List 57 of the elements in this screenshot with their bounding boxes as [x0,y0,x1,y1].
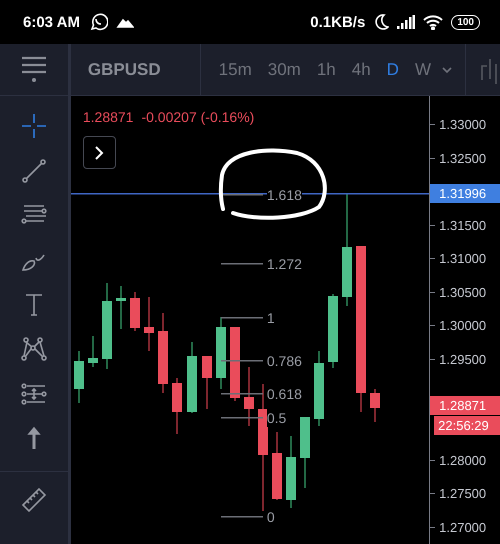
last-price-tag: 1.28871 [430,396,500,415]
price-axis-label: 1.29500 [430,352,486,367]
price-axis-label: 1.27500 [430,486,486,502]
price-change: -0.00207 (-0.16%) [141,109,254,125]
candlestick [172,378,182,434]
price-axis-label: 1.31500 [430,218,486,233]
price-axis-label: 1.28000 [430,452,486,468]
network-speed: 0.1KB/s [310,14,366,30]
price-axis-label: 1.30500 [430,284,486,300]
candlestick [370,389,380,422]
candlestick [286,436,296,508]
chevron-right-icon [93,144,106,160]
candlestick [300,417,310,488]
symbol-selector[interactable]: GBPUSD [70,44,201,95]
fib-level-line [220,393,263,396]
candlestick [88,336,98,367]
interval-tab[interactable]: D [378,60,407,80]
candlestick [272,432,282,500]
interval-tab[interactable]: 15m [210,60,260,80]
crosshair-price-tag: 1.31996 [430,184,500,204]
battery-indicator: 100 [451,14,480,30]
signal-icon [397,15,416,29]
fib-level-line [220,516,263,518]
fib-level-line [220,360,263,362]
interval-tab[interactable]: 4h [344,60,379,80]
moon-icon [373,13,390,31]
candlestick [202,356,212,409]
countdown-tag: 22:56:29 [434,416,500,435]
last-price: 1.28871 [82,109,134,125]
trend-line-icon [20,156,48,185]
candlestick [116,286,126,329]
interval-tab[interactable]: 30m [260,60,309,80]
price-axis-label: 1.32500 [430,150,486,166]
price-axis-label: 1.30000 [430,318,486,334]
ruler-icon [20,486,48,514]
interval-tab[interactable]: W [406,60,439,80]
price-axis-label: 1.31000 [430,251,486,266]
expand-button[interactable] [82,136,116,169]
candlestick [216,317,226,389]
interval-tab[interactable]: 1h [308,60,344,80]
pattern-icon [20,335,48,364]
crosshair-icon [20,112,48,140]
wifi-icon [423,14,444,30]
candlestick [74,351,84,403]
fib-level-line [220,262,263,265]
candlestick [130,292,140,331]
candlestick [144,297,154,351]
fib-level-line [220,194,263,196]
fib-level-label: 0.5 [266,408,286,426]
price-axis-label: 1.27000 [430,520,486,535]
price-axis-label: 1.33000 [430,117,486,132]
candlestick [186,342,197,413]
candlestick [244,367,254,426]
fib-level-line [220,416,263,418]
fib-level-line [220,317,263,319]
menu-icon[interactable] [20,56,47,84]
clock-time: 6:03 AM [23,14,80,30]
